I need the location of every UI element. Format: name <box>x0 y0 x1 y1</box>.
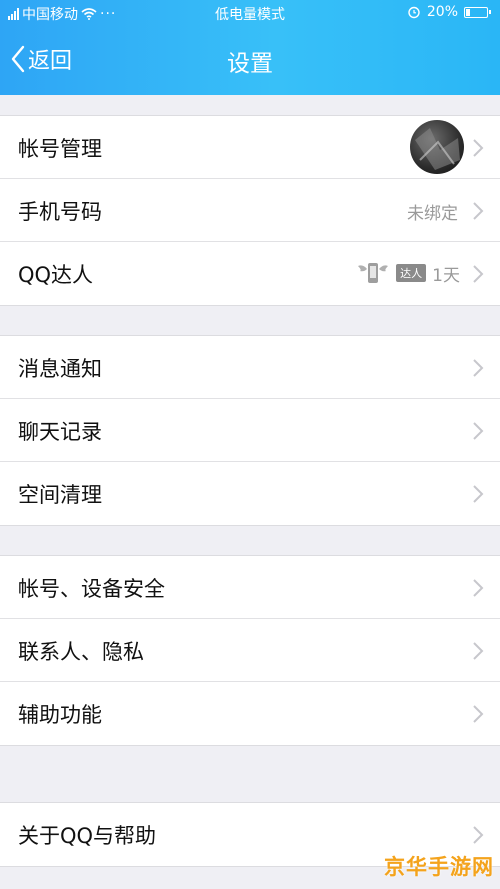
chevron-right-icon <box>473 705 484 723</box>
avatar <box>410 120 464 174</box>
chevron-right-icon <box>473 422 484 440</box>
page-title: 设置 <box>227 51 273 77</box>
battery-icon <box>464 6 491 18</box>
settings-group-security: 帐号、设备安全 联系人、隐私 辅助功能 <box>0 555 500 746</box>
settings-row-qq-expert[interactable]: QQ达人 达人 1天 <box>0 242 500 305</box>
row-label: 辅助功能 <box>18 703 102 727</box>
avatar-art <box>415 128 460 170</box>
nav-bar: 返回 设置 <box>0 30 500 90</box>
chevron-right-icon <box>473 485 484 503</box>
row-label: 联系人、隐私 <box>18 640 144 664</box>
status-bar: 中国移动 ··· 低电量模式 20% <box>0 0 500 26</box>
expert-days: 1天 <box>432 265 460 286</box>
alarm-icon <box>408 6 420 19</box>
row-label: 手机号码 <box>18 200 102 224</box>
settings-row-account-management[interactable]: 帐号管理 <box>0 116 500 179</box>
chevron-right-icon <box>473 359 484 377</box>
settings-group-account: 帐号管理 手机号码 未绑定 QQ达人 达人 1天 <box>0 115 500 306</box>
row-label: 聊天记录 <box>18 420 102 444</box>
chevron-right-icon <box>473 579 484 597</box>
settings-group-general: 消息通知 聊天记录 空间清理 <box>0 335 500 526</box>
settings-row-notifications[interactable]: 消息通知 <box>0 336 500 399</box>
winged-phone-icon <box>358 263 389 283</box>
chevron-right-icon <box>473 202 484 220</box>
expert-badge: 达人 1天 <box>356 260 460 286</box>
row-label: 关于QQ与帮助 <box>18 824 157 848</box>
settings-row-phone-number[interactable]: 手机号码 未绑定 <box>0 179 500 242</box>
chevron-right-icon <box>473 139 484 157</box>
settings-row-accessibility[interactable]: 辅助功能 <box>0 682 500 745</box>
settings-row-chat-history[interactable]: 聊天记录 <box>0 399 500 462</box>
site-watermark: 京华手游网 <box>384 855 494 879</box>
chevron-right-icon <box>473 265 484 283</box>
chevron-right-icon <box>473 642 484 660</box>
row-label: 消息通知 <box>18 357 102 381</box>
settings-row-contacts-privacy[interactable]: 联系人、隐私 <box>0 619 500 682</box>
top-bar: 中国移动 ··· 低电量模式 20% 返回 设置 <box>0 0 500 95</box>
battery-percent: 20% <box>426 4 458 20</box>
status-right: 20% <box>407 4 491 20</box>
settings-row-storage-cleanup[interactable]: 空间清理 <box>0 462 500 525</box>
row-label: 帐号管理 <box>18 137 102 161</box>
expert-tag: 达人 <box>396 264 427 282</box>
row-value: 未绑定 <box>407 204 458 224</box>
row-label: 空间清理 <box>18 483 102 507</box>
settings-row-account-device-security[interactable]: 帐号、设备安全 <box>0 556 500 619</box>
row-label: QQ达人 <box>18 263 94 287</box>
chevron-right-icon <box>473 826 484 844</box>
row-label: 帐号、设备安全 <box>18 577 165 601</box>
